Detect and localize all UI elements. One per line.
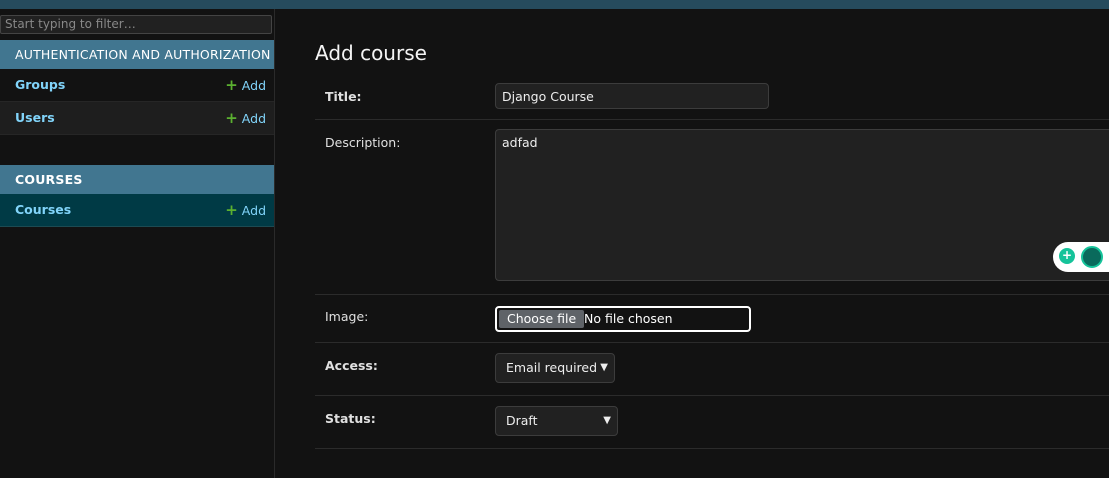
form-row-image: Image: Choose file No file chosen xyxy=(315,295,1109,343)
add-users-link[interactable]: + Add xyxy=(225,102,266,135)
page-title: Add course xyxy=(315,41,427,66)
description-label: Description: xyxy=(325,135,401,150)
form-row-access: Access: Email required ▼ xyxy=(315,343,1109,396)
sidebar-item-groups: Groups + Add xyxy=(0,69,274,102)
plus-icon: + xyxy=(225,109,238,127)
form-row-description: Description: adfad xyxy=(315,120,1109,295)
chevron-down-icon: ▼ xyxy=(600,362,608,373)
image-label: Image: xyxy=(325,309,369,324)
image-file-input[interactable]: Choose file No file chosen xyxy=(495,306,751,332)
assistant-status-icon xyxy=(1081,246,1103,268)
form-row-title: Title: Django Course xyxy=(315,73,1109,120)
add-label: Add xyxy=(241,203,266,218)
add-label: Add xyxy=(241,78,266,93)
status-selected-value: Draft xyxy=(506,413,538,428)
plus-icon: + xyxy=(225,201,238,219)
status-select[interactable]: Draft ▼ xyxy=(495,406,618,436)
module-caption-auth[interactable]: AUTHENTICATION AND AUTHORIZATION xyxy=(0,40,274,69)
form-row-status: Status: Draft ▼ xyxy=(315,396,1109,449)
add-courses-link[interactable]: + Add xyxy=(225,194,266,227)
add-label: Add xyxy=(241,111,266,126)
status-label: Status: xyxy=(325,411,376,426)
grammar-assistant-widget[interactable]: + xyxy=(1053,242,1109,272)
access-select[interactable]: Email required ▼ xyxy=(495,353,615,383)
sidebar-item-label[interactable]: Users xyxy=(15,110,55,125)
chevron-down-icon: ▼ xyxy=(603,415,611,426)
plus-icon: + xyxy=(225,76,238,94)
access-selected-value: Email required xyxy=(506,360,598,375)
header-bar xyxy=(0,0,1109,9)
file-status-text: No file chosen xyxy=(584,311,673,326)
access-label: Access: xyxy=(325,358,378,373)
title-label: Title: xyxy=(325,89,362,104)
sidebar-item-label[interactable]: Courses xyxy=(15,202,71,217)
add-groups-link[interactable]: + Add xyxy=(225,69,266,102)
sidebar-item-label[interactable]: Groups xyxy=(15,77,65,92)
module-caption-courses[interactable]: COURSES xyxy=(0,165,274,194)
sidebar-item-courses: Courses + Add xyxy=(0,194,274,227)
sidebar-item-users: Users + Add xyxy=(0,102,274,135)
grammar-assistant-icon: + xyxy=(1059,248,1075,264)
choose-file-button[interactable]: Choose file xyxy=(499,310,585,328)
nav-sidebar: Start typing to filter… AUTHENTICATION A… xyxy=(0,9,275,478)
description-textarea[interactable]: adfad xyxy=(495,129,1109,281)
nav-filter-input[interactable]: Start typing to filter… xyxy=(0,15,272,34)
title-input[interactable]: Django Course xyxy=(495,83,769,109)
main-content: Add course Title: Django Course Descript… xyxy=(275,9,1109,478)
